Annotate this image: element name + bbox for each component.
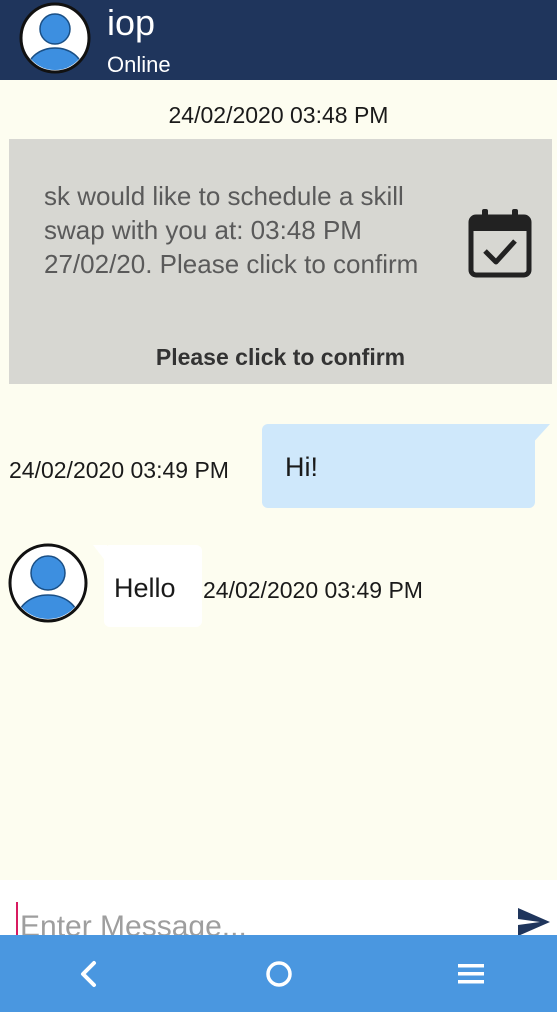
message-input[interactable] <box>16 902 500 936</box>
back-icon[interactable] <box>74 959 104 989</box>
calendar-check-icon[interactable] <box>467 207 533 279</box>
sent-message-timestamp: 24/02/2020 03:49 PM <box>9 457 229 483</box>
sent-message-text: Hi! <box>285 452 318 482</box>
schedule-request-card[interactable]: sk would like to schedule a skill swap w… <box>9 139 552 384</box>
received-message-text: Hello <box>114 573 176 603</box>
message-composer <box>0 880 557 936</box>
received-message-timestamp: 24/02/2020 03:49 PM <box>203 577 423 603</box>
sent-bubble-tail <box>530 424 550 446</box>
chat-header: iop Online <box>0 0 557 80</box>
menu-icon[interactable] <box>456 959 486 989</box>
user-avatar-icon[interactable] <box>8 543 88 623</box>
home-icon[interactable] <box>264 959 294 989</box>
contact-name: iop <box>107 2 156 43</box>
sent-message-bubble[interactable]: Hi! <box>262 424 535 508</box>
contact-status: Online <box>107 52 171 77</box>
received-message-bubble[interactable]: Hello <box>104 545 202 627</box>
confirm-button[interactable]: Please click to confirm <box>9 343 552 371</box>
system-nav-bar <box>0 935 557 1012</box>
send-icon[interactable] <box>516 906 552 936</box>
schedule-timestamp: 24/02/2020 03:48 PM <box>168 102 389 128</box>
schedule-request-text: sk would like to schedule a skill swap w… <box>44 181 419 279</box>
user-avatar-icon[interactable] <box>19 2 91 74</box>
